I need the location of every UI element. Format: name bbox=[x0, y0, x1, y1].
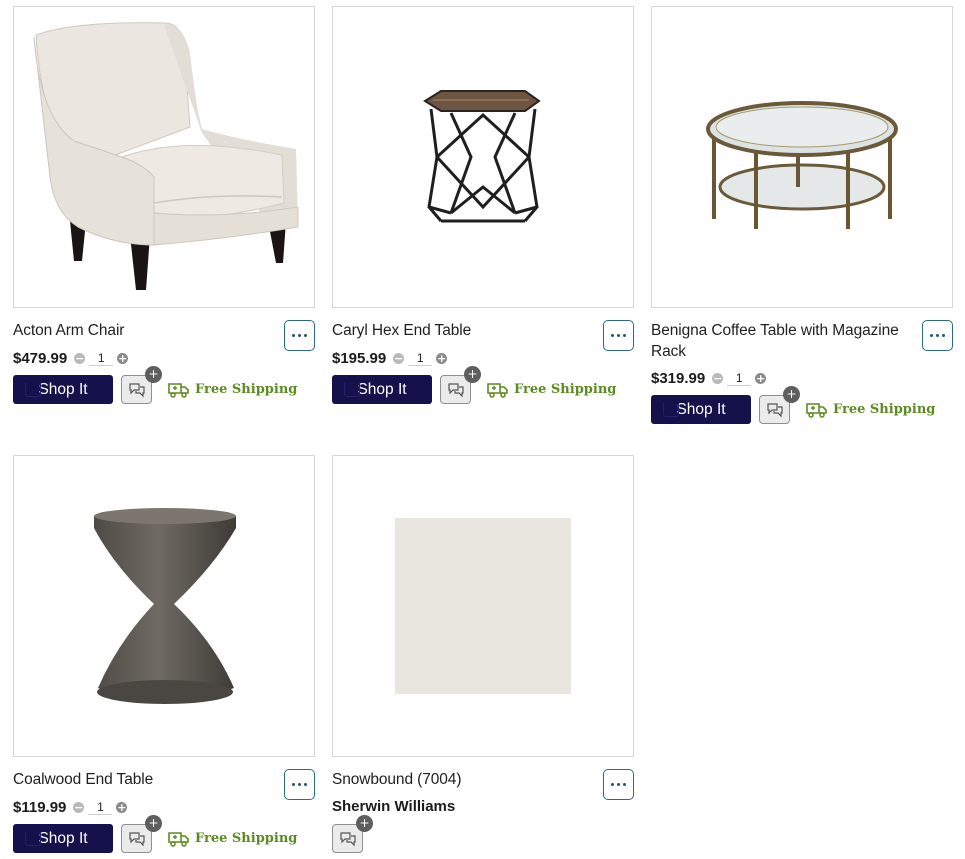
qty-decrease-button[interactable]: − bbox=[73, 801, 85, 813]
product-price: $119.99 bbox=[13, 798, 67, 816]
add-comment-icon[interactable]: + bbox=[145, 815, 162, 832]
shop-it-button[interactable]: Shop It bbox=[13, 824, 113, 853]
dot-icon bbox=[304, 334, 307, 337]
shop-it-label: Shop It bbox=[357, 380, 407, 398]
free-shipping-label: Free Shipping bbox=[195, 382, 298, 397]
comment-button[interactable]: + bbox=[121, 366, 162, 404]
qty-decrease-button[interactable]: − bbox=[393, 352, 405, 364]
dot-icon bbox=[304, 783, 307, 786]
qty-increase-button[interactable]: + bbox=[117, 352, 129, 364]
comment-button[interactable]: + bbox=[332, 815, 373, 853]
free-shipping-badge: Free Shipping bbox=[168, 382, 297, 398]
shop-it-button[interactable]: Shop It bbox=[13, 375, 113, 404]
product-price: $195.99 bbox=[332, 349, 387, 367]
free-shipping-label: Free Shipping bbox=[833, 402, 936, 417]
truck-icon bbox=[806, 402, 827, 418]
truck-icon bbox=[168, 831, 189, 847]
product-image[interactable] bbox=[332, 6, 634, 308]
chat-bubbles-icon bbox=[766, 402, 783, 417]
add-comment-icon[interactable]: + bbox=[356, 815, 373, 832]
free-shipping-badge: Free Shipping bbox=[487, 382, 616, 398]
chat-bubbles-icon bbox=[128, 831, 145, 846]
free-shipping-label: Free Shipping bbox=[514, 382, 617, 397]
product-card: Caryl Hex End Table $195.99 − 1 + Shop I… bbox=[332, 6, 634, 404]
product-card: Coalwood End Table $119.99 − 1 + Shop It… bbox=[13, 455, 315, 853]
dot-icon bbox=[623, 334, 626, 337]
more-options-button[interactable] bbox=[603, 769, 634, 800]
product-title[interactable]: Acton Arm Chair bbox=[13, 320, 315, 341]
shop-it-label: Shop It bbox=[38, 380, 88, 398]
concrete-end-table-image bbox=[94, 508, 236, 704]
cart-icon bbox=[25, 383, 41, 397]
quantity-input[interactable]: 1 bbox=[89, 351, 114, 366]
dot-icon bbox=[292, 783, 295, 786]
dot-icon bbox=[298, 783, 301, 786]
shop-it-label: Shop It bbox=[676, 400, 726, 418]
quantity-input[interactable]: 1 bbox=[408, 351, 433, 366]
free-shipping-label: Free Shipping bbox=[195, 831, 298, 846]
quantity-input[interactable]: 1 bbox=[727, 371, 752, 386]
more-options-button[interactable] bbox=[284, 769, 315, 800]
shop-it-button[interactable]: Shop It bbox=[332, 375, 432, 404]
product-image[interactable] bbox=[13, 455, 315, 757]
comment-button[interactable]: + bbox=[121, 815, 162, 853]
add-comment-icon[interactable]: + bbox=[145, 366, 162, 383]
free-shipping-badge: Free Shipping bbox=[168, 831, 297, 847]
dot-icon bbox=[611, 334, 614, 337]
more-options-button[interactable] bbox=[603, 320, 634, 351]
dot-icon bbox=[930, 334, 933, 337]
dot-icon bbox=[611, 783, 614, 786]
chat-bubbles-icon bbox=[447, 382, 464, 397]
product-brand: Sherwin Williams bbox=[332, 798, 456, 815]
product-image[interactable] bbox=[651, 6, 953, 308]
free-shipping-badge: Free Shipping bbox=[806, 402, 935, 418]
chat-bubbles-icon bbox=[339, 831, 356, 846]
product-title[interactable]: Coalwood End Table bbox=[13, 769, 315, 790]
qty-decrease-button[interactable]: − bbox=[74, 352, 86, 364]
dot-icon bbox=[936, 334, 939, 337]
hex-end-table-image bbox=[423, 90, 541, 223]
product-price: $319.99 bbox=[651, 369, 706, 387]
dot-icon bbox=[617, 783, 620, 786]
product-title[interactable]: Snowbound (7004) bbox=[332, 769, 634, 790]
glass-coffee-table-image bbox=[706, 101, 898, 229]
product-price: $479.99 bbox=[13, 349, 68, 367]
arm-chair-image bbox=[33, 22, 299, 290]
dot-icon bbox=[292, 334, 295, 337]
paint-swatch bbox=[395, 518, 571, 694]
product-card: Benigna Coffee Table with Magazine Rack … bbox=[651, 6, 953, 424]
cart-icon bbox=[344, 383, 360, 397]
comment-button[interactable]: + bbox=[440, 366, 481, 404]
dot-icon bbox=[298, 334, 301, 337]
qty-increase-button[interactable]: + bbox=[755, 372, 767, 384]
truck-icon bbox=[487, 382, 508, 398]
qty-increase-button[interactable]: + bbox=[436, 352, 448, 364]
comment-button[interactable]: + bbox=[759, 386, 800, 424]
product-card: Acton Arm Chair $479.99 − 1 + Shop It + bbox=[13, 6, 315, 404]
cart-icon bbox=[663, 403, 679, 417]
dot-icon bbox=[942, 334, 945, 337]
more-options-button[interactable] bbox=[284, 320, 315, 351]
truck-icon bbox=[168, 382, 189, 398]
product-image[interactable] bbox=[332, 455, 634, 757]
product-card: Snowbound (7004) Sherwin Williams + bbox=[332, 455, 634, 853]
chat-bubbles-icon bbox=[128, 382, 145, 397]
qty-decrease-button[interactable]: − bbox=[712, 372, 724, 384]
qty-increase-button[interactable]: + bbox=[116, 801, 128, 813]
product-image[interactable] bbox=[13, 6, 315, 308]
quantity-input[interactable]: 1 bbox=[88, 800, 113, 815]
more-options-button[interactable] bbox=[922, 320, 953, 351]
cart-icon bbox=[25, 832, 41, 846]
shop-it-button[interactable]: Shop It bbox=[651, 395, 751, 424]
dot-icon bbox=[617, 334, 620, 337]
add-comment-icon[interactable]: + bbox=[464, 366, 481, 383]
product-title[interactable]: Caryl Hex End Table bbox=[332, 320, 634, 341]
product-title[interactable]: Benigna Coffee Table with Magazine Rack bbox=[651, 320, 953, 362]
add-comment-icon[interactable]: + bbox=[783, 386, 800, 403]
shop-it-label: Shop It bbox=[38, 829, 88, 847]
dot-icon bbox=[623, 783, 626, 786]
